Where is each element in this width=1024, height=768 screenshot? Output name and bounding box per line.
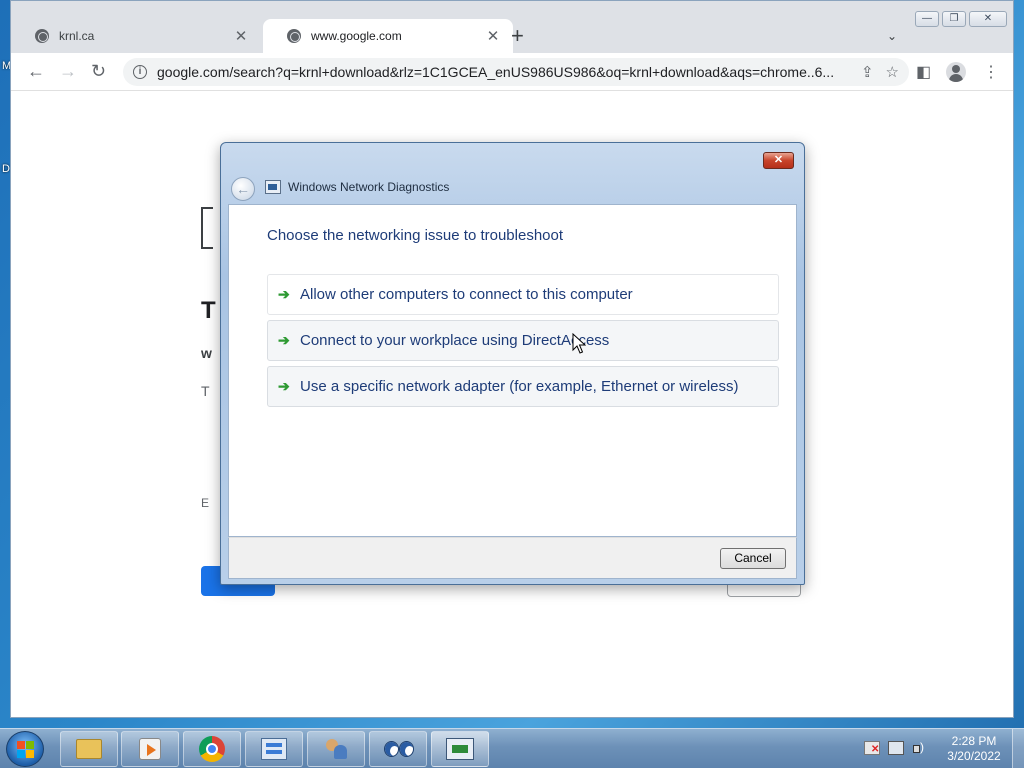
tab-close-button[interactable]: ✕: [485, 27, 501, 45]
option-allow-incoming[interactable]: ➔ Allow other computers to connect to th…: [267, 274, 779, 315]
network-diagnostics-dialog: ✕ ← Windows Network Diagnostics Choose t…: [220, 142, 805, 585]
window-close-button[interactable]: ✕: [969, 11, 1007, 27]
url-text[interactable]: google.com/search?q=krnl+download&rlz=1C…: [157, 64, 849, 80]
new-tab-button[interactable]: +: [511, 25, 524, 47]
system-tray: [864, 740, 928, 755]
green-arrow-icon: ➔: [278, 378, 290, 394]
volume-icon[interactable]: [912, 740, 928, 755]
page-text-fragment: T: [201, 383, 210, 399]
page-text-fragment: E: [201, 496, 210, 510]
taskbar-control-panel[interactable]: [245, 731, 303, 767]
dialog-heading: Choose the networking issue to troublesh…: [267, 227, 564, 244]
option-label: Allow other computers to connect to this…: [300, 286, 633, 303]
taskbar-network-diagnostics[interactable]: [431, 731, 489, 767]
green-arrow-icon: ➔: [278, 332, 290, 348]
dialog-title: Windows Network Diagnostics: [288, 180, 450, 194]
minimize-button[interactable]: —: [915, 11, 939, 27]
page-heading-fragment: T: [201, 297, 216, 324]
control-panel-icon: [261, 738, 287, 760]
action-center-flag-icon[interactable]: [864, 741, 880, 755]
browser-toolbar: ← → ↻ i google.com/search?q=krnl+downloa…: [11, 53, 1013, 91]
chrome-icon: [199, 736, 225, 762]
system-clock[interactable]: 2:28 PM 3/20/2022: [940, 734, 1008, 764]
profile-avatar-icon[interactable]: [946, 62, 966, 82]
tab-close-button[interactable]: ✕: [233, 27, 249, 45]
tab-strip: krnl.ca ✕ www.google.com ✕ + ⌄ — ❐ ✕: [11, 1, 1013, 53]
tab-google[interactable]: www.google.com ✕: [263, 19, 513, 53]
dialog-close-button[interactable]: ✕: [763, 152, 794, 169]
reload-button[interactable]: ↻: [91, 61, 106, 81]
tab-krnl[interactable]: krnl.ca ✕: [11, 19, 261, 53]
folder-icon: [76, 739, 102, 759]
taskbar-user-accounts[interactable]: [307, 731, 365, 767]
maximize-button[interactable]: ❐: [942, 11, 966, 27]
taskbar-media-player[interactable]: [121, 731, 179, 767]
dialog-content: Choose the networking issue to troublesh…: [228, 204, 797, 537]
tab-title: www.google.com: [311, 29, 402, 43]
option-label: Connect to your workplace using DirectAc…: [300, 332, 610, 349]
user-accounts-icon: [323, 737, 349, 761]
taskbar: 2:28 PM 3/20/2022: [0, 728, 1024, 768]
globe-icon: [287, 29, 301, 43]
address-bar[interactable]: i google.com/search?q=krnl+download&rlz=…: [123, 58, 909, 86]
menu-kebab-icon[interactable]: ⋮: [983, 62, 999, 82]
forward-button[interactable]: →: [59, 61, 77, 81]
side-panel-icon[interactable]: ◧: [916, 62, 931, 82]
page-input-fragment: [201, 207, 213, 249]
desktop-icon-label-fragment: D: [2, 163, 10, 175]
option-network-adapter[interactable]: ➔ Use a specific network adapter (for ex…: [267, 366, 779, 407]
tab-title: krnl.ca: [59, 29, 95, 43]
eyes-icon: [383, 741, 414, 757]
tab-search-button[interactable]: ⌄: [887, 29, 897, 43]
back-button[interactable]: ←: [27, 61, 45, 81]
taskbar-eyes-app[interactable]: [369, 731, 427, 767]
start-button[interactable]: [6, 731, 44, 767]
window-controls: — ❐ ✕: [915, 11, 1007, 27]
taskbar-chrome[interactable]: [183, 731, 241, 767]
windows-logo-icon: [17, 741, 35, 759]
media-player-icon: [139, 738, 161, 760]
taskbar-file-explorer[interactable]: [60, 731, 118, 767]
green-arrow-icon: ➔: [278, 286, 290, 302]
bookmark-star-icon[interactable]: ☆: [886, 63, 899, 81]
clock-time: 2:28 PM: [951, 734, 997, 748]
globe-icon: [35, 29, 49, 43]
site-info-icon[interactable]: i: [133, 65, 147, 79]
clock-date: 3/20/2022: [947, 749, 1001, 763]
mouse-pointer-icon: [572, 333, 586, 354]
dialog-back-button[interactable]: ←: [231, 177, 255, 201]
network-status-icon[interactable]: [888, 741, 904, 755]
option-label: Use a specific network adapter (for exam…: [300, 378, 739, 395]
share-icon[interactable]: ⇪: [861, 63, 874, 81]
network-diagnostics-icon: [265, 180, 281, 194]
show-desktop-button[interactable]: [1012, 729, 1024, 768]
cancel-button[interactable]: Cancel: [720, 548, 786, 569]
dialog-footer: Cancel: [228, 537, 797, 579]
network-diagnostics-icon: [446, 738, 474, 760]
page-text-fragment: w: [201, 345, 212, 361]
option-directaccess[interactable]: ➔ Connect to your workplace using Direct…: [267, 320, 779, 361]
